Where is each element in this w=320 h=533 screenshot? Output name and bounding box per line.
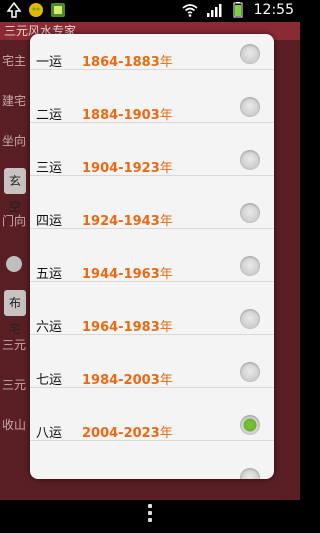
bg-label-shoushan: 收山 [2, 418, 27, 432]
period-selection-dialog: 一运 1864-1883年 二运 1884-1903年 三运 1904-1923年 四运 19… [30, 34, 274, 479]
bg-button-xuankong: 玄空 [4, 168, 26, 214]
period-years-range: 1964-1983 [82, 320, 160, 335]
period-option-row[interactable]: 八运 2004-2023年 [30, 388, 274, 441]
period-name: 六运 [36, 320, 63, 335]
period-years-suffix: 年 [159, 161, 173, 176]
period-name: 九运 [36, 475, 62, 479]
radio-button[interactable] [240, 44, 260, 64]
period-name: 五运 [36, 267, 63, 282]
period-option-row[interactable]: 四运 1924-1943年 [30, 176, 274, 229]
period-option-row[interactable]: 九运 2024-2043年 [30, 441, 274, 479]
period-option-row[interactable]: 三运 1904-1923年 [30, 123, 274, 176]
radio-button[interactable] [240, 468, 260, 479]
period-option-row[interactable]: 五运 1944-1963年 [30, 229, 274, 282]
period-years: 1924-1943年 [82, 210, 173, 229]
period-option-row[interactable]: 一运 1864-1883年 [30, 34, 274, 70]
radio-button[interactable] [240, 256, 260, 276]
bg-button-buzhai: 布宅 [4, 290, 26, 336]
bg-label-zhaizhu: 宅主 [2, 54, 27, 68]
period-years-suffix: 年 [159, 320, 173, 335]
wifi-icon [182, 4, 198, 17]
period-years: 1884-1903年 [82, 104, 173, 123]
period-name: 一运 [36, 55, 63, 70]
bg-label-jianzhai: 建宅 [2, 94, 27, 108]
period-years-range: 1944-1963 [82, 267, 160, 282]
radio-button[interactable] [240, 203, 260, 223]
game-notification-icon [51, 3, 65, 17]
period-years-range: 1984-2003 [82, 373, 160, 388]
clock: 12:55 [253, 2, 294, 18]
battery-icon [233, 2, 243, 18]
period-option-row[interactable]: 七运 1984-2003年 [30, 335, 274, 388]
period-name: 三运 [36, 161, 63, 176]
period-years-suffix: 年 [159, 373, 173, 388]
period-years-range: 1864-1883 [82, 55, 160, 70]
status-bar: 12:55 [0, 0, 300, 22]
period-years-suffix: 年 [159, 426, 173, 441]
period-name: 八运 [36, 426, 63, 441]
period-years: 1944-1963年 [82, 263, 173, 282]
bg-label-sanyuan-1: 三元 [2, 338, 27, 352]
navigation-bar [0, 500, 300, 533]
period-years: 1984-2003年 [82, 369, 173, 388]
overflow-menu-icon[interactable] [148, 504, 152, 525]
period-option-row[interactable]: 六运 1964-1983年 [30, 282, 274, 335]
period-years: 1864-1883年 [82, 51, 173, 70]
period-years: 1964-1983年 [82, 316, 173, 335]
period-years: 2004-2023年 [82, 422, 173, 441]
period-name: 七运 [36, 373, 63, 388]
period-years: 2024-2043年 [82, 475, 173, 479]
bg-label-menxiang: 门向 [2, 214, 27, 228]
status-left-icons [6, 2, 66, 18]
period-years-suffix: 年 [159, 214, 173, 229]
bg-label-zuoxiang: 坐向 [2, 134, 27, 148]
radio-button-selected[interactable] [240, 415, 260, 435]
status-right-icons: 12:55 [182, 2, 294, 18]
period-years-range: 1884-1903 [82, 108, 160, 123]
period-years-suffix: 年 [159, 267, 173, 282]
period-name: 四运 [36, 214, 63, 229]
period-years-suffix: 年 [159, 55, 173, 70]
bg-radio [6, 256, 22, 272]
period-years-range: 1924-1943 [82, 214, 160, 229]
radio-button[interactable] [240, 309, 260, 329]
bg-label-sanyuan-2: 三元 [2, 378, 27, 392]
period-years-range: 2004-2023 [82, 426, 160, 441]
period-years-range: 1904-1923 [82, 161, 160, 176]
upload-arrow-icon [6, 2, 22, 18]
period-name: 二运 [36, 108, 63, 123]
signal-icon [206, 4, 222, 17]
period-option-row[interactable]: 二运 1884-1903年 [30, 70, 274, 123]
radio-button[interactable] [240, 97, 260, 117]
radio-button[interactable] [240, 150, 260, 170]
period-years-suffix: 年 [159, 108, 173, 123]
period-years: 1904-1923年 [82, 157, 173, 176]
app-notification-icon [29, 3, 43, 17]
radio-button[interactable] [240, 362, 260, 382]
